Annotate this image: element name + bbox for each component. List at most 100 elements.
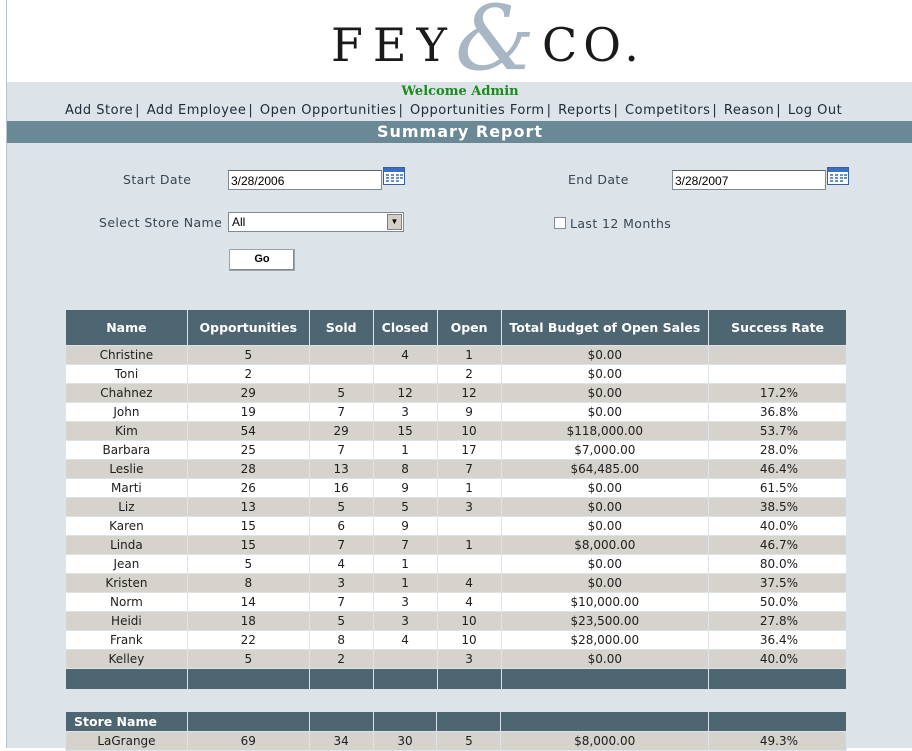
- table-cell: 5: [186, 649, 310, 669]
- table-cell: 10: [436, 421, 502, 441]
- table-cell: 8: [186, 573, 310, 593]
- table-cell: $118,000.00: [500, 421, 710, 441]
- table-row: Kelley 5 2 3 $0.00 40.0%: [65, 649, 847, 669]
- table-cell: 1: [372, 573, 438, 593]
- table-cell: Linda: [65, 535, 188, 555]
- table-cell: 4: [372, 345, 438, 365]
- nav-separator: |: [776, 103, 782, 118]
- go-button[interactable]: Go: [229, 249, 295, 271]
- table-cell: [708, 364, 847, 384]
- nav-reports[interactable]: Reports: [558, 103, 611, 118]
- table-cell: 4: [436, 592, 502, 612]
- table-row: John 19 7 3 9 $0.00 36.8%: [65, 402, 847, 422]
- column-header: Store Name: [65, 711, 188, 732]
- footer-cell: [372, 668, 438, 690]
- nav-log-out[interactable]: Log Out: [788, 103, 842, 118]
- store-select[interactable]: All ▼: [228, 212, 404, 232]
- table-cell: $0.00: [500, 345, 710, 365]
- nav-add-store[interactable]: Add Store: [65, 103, 133, 118]
- table-cell: 5: [186, 554, 310, 574]
- last-12-months-checkbox[interactable]: [554, 217, 566, 229]
- table-cell: 7: [308, 592, 374, 612]
- table-cell: [436, 516, 502, 536]
- table-cell: [436, 554, 502, 574]
- table-cell: $8,000.00: [500, 535, 710, 555]
- nav-opportunities-form[interactable]: Opportunities Form: [410, 103, 545, 118]
- table-cell: 22: [186, 630, 310, 650]
- table-cell: 17.2%: [708, 383, 847, 403]
- chevron-down-icon[interactable]: ▼: [387, 214, 402, 230]
- table-cell: Kristen: [65, 573, 188, 593]
- nav-competitors[interactable]: Competitors: [625, 103, 710, 118]
- table-cell: [372, 649, 438, 669]
- table-cell: 2: [436, 364, 502, 384]
- column-header: Closed: [372, 309, 438, 346]
- table-cell: $0.00: [500, 497, 710, 517]
- column-header: [500, 711, 710, 732]
- table-cell: 6: [308, 516, 374, 536]
- table-cell: 1: [436, 535, 502, 555]
- table-cell: $0.00: [500, 554, 710, 574]
- table-header-row: Name Opportunities Sold Closed Open Tota…: [65, 309, 847, 346]
- table-row: Frank 22 8 4 10 $28,000.00 36.4%: [65, 630, 847, 650]
- table-cell: 4: [436, 573, 502, 593]
- table-cell: 5: [308, 497, 374, 517]
- table-cell: 3: [372, 592, 438, 612]
- table-cell: 28.0%: [708, 440, 847, 460]
- logo-ampersand: &: [455, 0, 536, 91]
- table-cell: $0.00: [500, 649, 710, 669]
- table-cell: 7: [372, 535, 438, 555]
- table-cell: 29: [186, 383, 310, 403]
- table-cell: Liz: [65, 497, 188, 517]
- start-date-input[interactable]: 3/28/2006: [228, 170, 382, 190]
- column-header: Name: [65, 309, 188, 346]
- footer-cell: [436, 668, 502, 690]
- table-row: Linda 15 7 7 1 $8,000.00 46.7%: [65, 535, 847, 555]
- table-row: Chahnez 29 5 12 12 $0.00 17.2%: [65, 383, 847, 403]
- nav-separator: |: [546, 103, 552, 118]
- table-cell: 3: [308, 573, 374, 593]
- column-header: Opportunities: [186, 309, 310, 346]
- table-cell: Frank: [65, 630, 188, 650]
- table-cell: 4: [308, 554, 374, 574]
- column-header: [436, 711, 502, 732]
- end-date-calendar-icon[interactable]: [827, 167, 849, 185]
- table-cell: 5: [308, 611, 374, 631]
- end-date-input[interactable]: 3/28/2007: [672, 170, 826, 190]
- table-footer-row: [65, 668, 847, 690]
- table-cell: [372, 364, 438, 384]
- table-cell: 40.0%: [708, 516, 847, 536]
- table-cell: 29: [308, 421, 374, 441]
- table-cell: 5: [308, 383, 374, 403]
- table-cell: 61.5%: [708, 478, 847, 498]
- nav-add-employee[interactable]: Add Employee: [147, 103, 247, 118]
- footer-cell: [308, 668, 374, 690]
- nav-open-opportunities[interactable]: Open Opportunities: [260, 103, 397, 118]
- table-cell: 46.4%: [708, 459, 847, 479]
- table-row: Karen 15 6 9 $0.00 40.0%: [65, 516, 847, 536]
- table-cell: Norm: [65, 592, 188, 612]
- last-12-months-label: Last 12 Months: [570, 216, 672, 231]
- column-header: Total Budget of Open Sales: [500, 309, 710, 346]
- table-cell: $7,000.00: [500, 440, 710, 460]
- table-cell: 53.7%: [708, 421, 847, 441]
- page-title: Summary Report: [7, 121, 912, 143]
- store-select-value: All: [232, 215, 246, 229]
- table-cell: 18: [186, 611, 310, 631]
- table-cell: 2: [186, 364, 310, 384]
- table-cell: $0.00: [500, 402, 710, 422]
- nav-reason[interactable]: Reason: [724, 103, 774, 118]
- nav-separator: |: [135, 103, 141, 118]
- table-row: Liz 13 5 5 3 $0.00 38.5%: [65, 497, 847, 517]
- column-header: [708, 711, 847, 732]
- table-cell: 1: [436, 478, 502, 498]
- table-cell: 54: [186, 421, 310, 441]
- table-cell: $0.00: [500, 573, 710, 593]
- table-cell: 14: [186, 592, 310, 612]
- table-cell: [308, 364, 374, 384]
- table-cell: 40.0%: [708, 649, 847, 669]
- table-cell: 16: [308, 478, 374, 498]
- logo-text-fey: FEY: [331, 18, 457, 72]
- start-date-calendar-icon[interactable]: [383, 167, 405, 185]
- table-cell: 28: [186, 459, 310, 479]
